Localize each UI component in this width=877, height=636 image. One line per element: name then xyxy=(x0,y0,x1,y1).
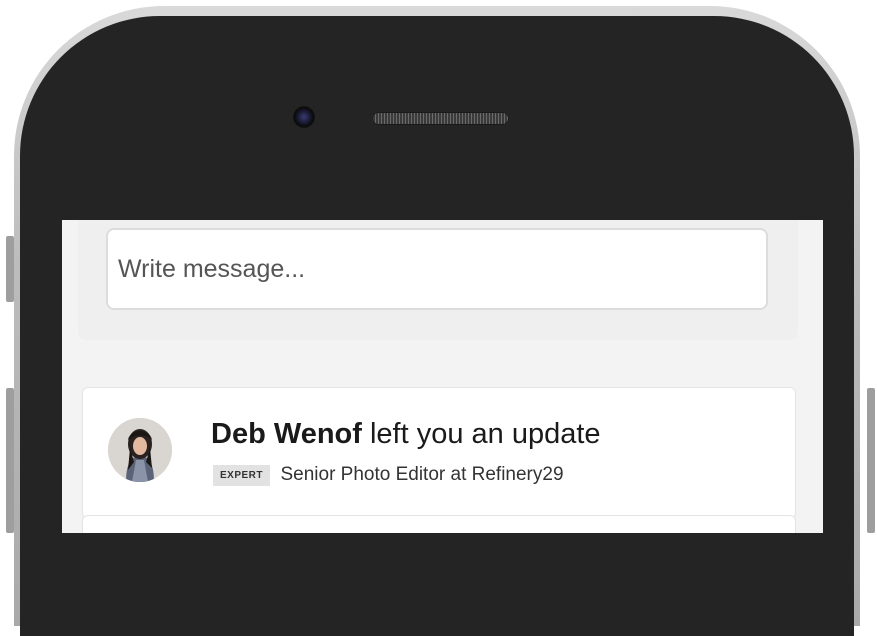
avatar-photo-icon xyxy=(108,418,172,482)
update-card[interactable]: Deb Wenof left you an update EXPERT Seni… xyxy=(82,387,796,519)
front-camera-icon xyxy=(293,106,315,128)
mute-switch xyxy=(6,236,14,302)
update-action-text: left you an update xyxy=(369,418,601,450)
power-button xyxy=(867,388,875,533)
phone-screen: Deb Wenof left you an update EXPERT Seni… xyxy=(62,220,823,533)
author-name[interactable]: Deb Wenof xyxy=(211,418,362,450)
expert-badge: EXPERT xyxy=(213,464,271,486)
volume-button xyxy=(6,388,14,533)
avatar[interactable] xyxy=(108,418,172,482)
author-role: Senior Photo Editor at Refinery29 xyxy=(280,464,564,485)
update-headline: Deb Wenof left you an update xyxy=(211,418,601,451)
message-input[interactable] xyxy=(106,228,768,310)
message-composer xyxy=(78,220,798,340)
author-meta: EXPERT Senior Photo Editor at Refinery29 xyxy=(213,464,564,486)
earpiece-speaker-icon xyxy=(372,112,509,125)
next-card[interactable] xyxy=(82,515,796,533)
